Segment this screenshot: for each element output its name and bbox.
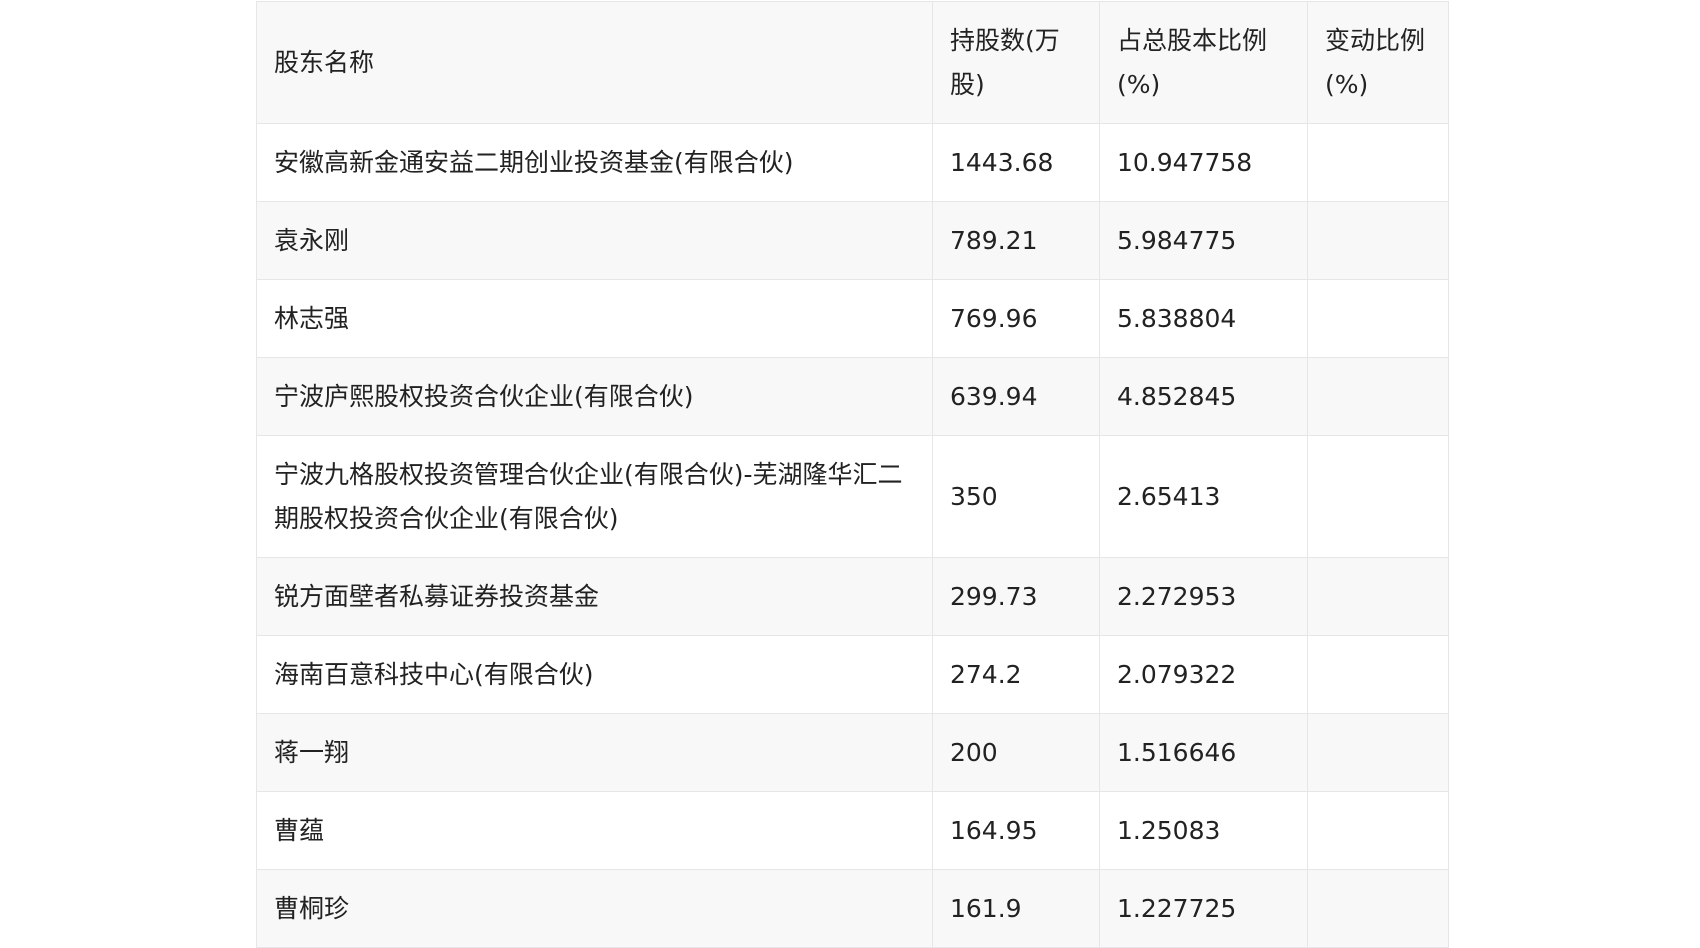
header-change: 变动比例(%) bbox=[1307, 1, 1449, 124]
cell-shares: 164.95 bbox=[932, 791, 1100, 870]
cell-ratio: 1.516646 bbox=[1099, 713, 1308, 792]
cell-shares: 161.9 bbox=[932, 869, 1100, 948]
cell-change bbox=[1307, 123, 1449, 202]
table-row: 蒋一翔 200 1.516646 bbox=[256, 713, 1449, 792]
header-shares: 持股数(万股) bbox=[932, 1, 1100, 124]
cell-change bbox=[1307, 279, 1449, 358]
cell-name: 曹桐珍 bbox=[256, 869, 933, 948]
cell-name: 安徽高新金通安益二期创业投资基金(有限合伙) bbox=[256, 123, 933, 202]
cell-shares: 789.21 bbox=[932, 201, 1100, 280]
cell-ratio: 5.984775 bbox=[1099, 201, 1308, 280]
cell-shares: 769.96 bbox=[932, 279, 1100, 358]
cell-change bbox=[1307, 791, 1449, 870]
cell-shares: 299.73 bbox=[932, 557, 1100, 636]
cell-ratio: 2.272953 bbox=[1099, 557, 1308, 636]
cell-ratio: 10.947758 bbox=[1099, 123, 1308, 202]
cell-ratio: 2.65413 bbox=[1099, 435, 1308, 558]
cell-ratio: 1.227725 bbox=[1099, 869, 1308, 948]
cell-shares: 639.94 bbox=[932, 357, 1100, 436]
header-ratio: 占总股本比例(%) bbox=[1099, 1, 1308, 124]
cell-shares: 1443.68 bbox=[932, 123, 1100, 202]
table-row: 曹桐珍 161.9 1.227725 bbox=[256, 869, 1449, 948]
table-row: 林志强 769.96 5.838804 bbox=[256, 279, 1449, 358]
cell-name: 林志强 bbox=[256, 279, 933, 358]
cell-shares: 350 bbox=[932, 435, 1100, 558]
cell-shares: 274.2 bbox=[932, 635, 1100, 714]
cell-change bbox=[1307, 557, 1449, 636]
cell-name: 蒋一翔 bbox=[256, 713, 933, 792]
table-row: 曹蕴 164.95 1.25083 bbox=[256, 791, 1449, 870]
header-shareholder-name: 股东名称 bbox=[256, 1, 933, 124]
cell-name: 曹蕴 bbox=[256, 791, 933, 870]
cell-change bbox=[1307, 435, 1449, 558]
table-row: 锐方面壁者私募证券投资基金 299.73 2.272953 bbox=[256, 557, 1449, 636]
cell-change bbox=[1307, 713, 1449, 792]
cell-change bbox=[1307, 201, 1449, 280]
cell-name: 宁波庐熙股权投资合伙企业(有限合伙) bbox=[256, 357, 933, 436]
cell-name: 海南百意科技中心(有限合伙) bbox=[256, 635, 933, 714]
table-row: 海南百意科技中心(有限合伙) 274.2 2.079322 bbox=[256, 635, 1449, 714]
cell-change bbox=[1307, 357, 1449, 436]
cell-shares: 200 bbox=[932, 713, 1100, 792]
cell-name: 宁波九格股权投资管理合伙企业(有限合伙)-芜湖隆华汇二期股权投资合伙企业(有限合… bbox=[256, 435, 933, 558]
cell-change bbox=[1307, 869, 1449, 948]
cell-change bbox=[1307, 635, 1449, 714]
shareholder-table: 股东名称 持股数(万股) 占总股本比例(%) 变动比例(%) 安徽高新金通安益二… bbox=[256, 1, 1449, 948]
table-row: 袁永刚 789.21 5.984775 bbox=[256, 201, 1449, 280]
table-header-row: 股东名称 持股数(万股) 占总股本比例(%) 变动比例(%) bbox=[256, 1, 1449, 124]
cell-name: 锐方面壁者私募证券投资基金 bbox=[256, 557, 933, 636]
cell-ratio: 2.079322 bbox=[1099, 635, 1308, 714]
cell-ratio: 5.838804 bbox=[1099, 279, 1308, 358]
cell-ratio: 1.25083 bbox=[1099, 791, 1308, 870]
table-row: 宁波庐熙股权投资合伙企业(有限合伙) 639.94 4.852845 bbox=[256, 357, 1449, 436]
cell-name: 袁永刚 bbox=[256, 201, 933, 280]
shareholder-table-container: 股东名称 持股数(万股) 占总股本比例(%) 变动比例(%) 安徽高新金通安益二… bbox=[256, 1, 1449, 948]
table-row: 宁波九格股权投资管理合伙企业(有限合伙)-芜湖隆华汇二期股权投资合伙企业(有限合… bbox=[256, 435, 1449, 558]
cell-ratio: 4.852845 bbox=[1099, 357, 1308, 436]
table-row: 安徽高新金通安益二期创业投资基金(有限合伙) 1443.68 10.947758 bbox=[256, 123, 1449, 202]
